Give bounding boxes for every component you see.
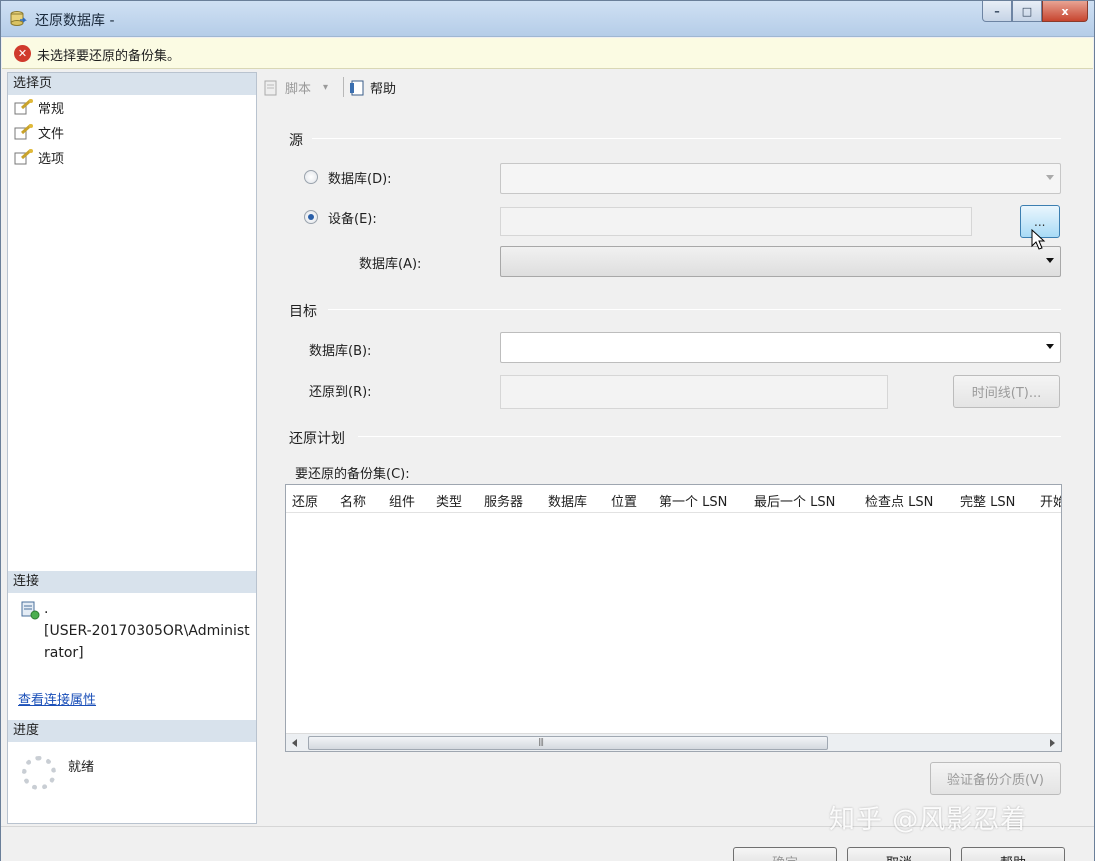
title-bar[interactable]: 还原数据库 - – □ x (1, 1, 1094, 37)
select-page-header: 选择页 (8, 73, 256, 95)
destination-database-label: 数据库(B): (309, 344, 372, 359)
device-radio[interactable] (304, 210, 318, 224)
restore-to-label: 还原到(R): (309, 385, 372, 400)
help-label: 帮助 (370, 82, 397, 97)
progress-header: 进度 (8, 720, 256, 742)
left-pane: 选择页 常规 文件 选项 连接 . [USER-20170305OR\Admin… (7, 72, 257, 824)
verify-button-label: 验证备份介质(V) (946, 773, 1045, 788)
chevron-down-icon (1046, 344, 1054, 349)
page-wrench-icon (14, 124, 33, 140)
device-database-dropdown[interactable] (500, 246, 1061, 277)
database-radio[interactable] (304, 170, 318, 184)
page-wrench-icon (14, 149, 33, 165)
window-controls: – □ x (982, 1, 1088, 23)
error-message: 未选择要还原的备份集。 (37, 49, 181, 64)
column-header-checkpoint-lsn[interactable]: 检查点 LSN (865, 491, 933, 510)
mouse-pointer-icon (1031, 229, 1046, 250)
restore-to-input[interactable] (500, 375, 888, 409)
connection-user: [USER-20170305OR\Administrator] (44, 623, 250, 661)
script-button[interactable]: 脚本 ▾ (263, 78, 328, 97)
main-pane: 脚本 ▾ 帮助 源 数据库(D): 设备(E): ... 数据库(A): 目标 (258, 72, 1088, 824)
column-header-first-lsn[interactable]: 第一个 LSN (659, 491, 727, 510)
column-header-full-lsn[interactable]: 完整 LSN (960, 491, 1015, 510)
source-database-dropdown[interactable] (500, 163, 1061, 194)
column-header-component[interactable]: 组件 (389, 491, 415, 510)
verify-backup-media-button[interactable]: 验证备份介质(V) (930, 762, 1061, 795)
restore-database-window: 还原数据库 - – □ x ✕ 未选择要还原的备份集。 选择页 常规 文件 选项… (0, 0, 1095, 861)
maximize-button[interactable]: □ (1012, 1, 1042, 22)
view-connection-properties-link[interactable]: 查看连接属性 (18, 689, 96, 708)
column-header-start[interactable]: 开始 (1040, 491, 1061, 510)
horizontal-scrollbar[interactable]: ||| (286, 733, 1061, 751)
column-header-type[interactable]: 类型 (436, 491, 462, 510)
maximize-icon: □ (1021, 4, 1033, 18)
device-radio-label: 设备(E): (328, 212, 377, 227)
column-header-last-lsn[interactable]: 最后一个 LSN (754, 491, 835, 510)
restore-plan-divider (358, 436, 1061, 437)
error-icon: ✕ (14, 45, 31, 62)
help-button[interactable]: 帮助 (961, 847, 1065, 861)
restore-plan-group-label: 还原计划 (289, 431, 345, 447)
database-restore-icon (10, 11, 27, 26)
source-database-label: 数据库(A): (359, 257, 422, 272)
backup-sets-grid[interactable]: 还原 名称 组件 类型 服务器 数据库 位置 第一个 LSN 最后一个 LSN … (285, 484, 1062, 752)
watermark: 知乎 @风影忍着 (829, 805, 1028, 835)
ok-button-label: 确定 (772, 856, 798, 861)
chevron-down-icon (1046, 175, 1054, 180)
help-button-label: 帮助 (1000, 856, 1026, 861)
cancel-button[interactable]: 取消 (847, 847, 951, 861)
scrollbar-grip-icon: ||| (538, 737, 544, 746)
timeline-button[interactable]: 时间线(T)... (953, 375, 1060, 408)
scroll-left-icon[interactable] (292, 739, 297, 747)
toolbar: 脚本 ▾ 帮助 (258, 72, 1088, 102)
scroll-right-icon[interactable] (1050, 739, 1055, 747)
page-item-label: 选项 (38, 151, 65, 167)
chevron-down-icon (1046, 258, 1054, 263)
destination-divider (328, 309, 1061, 310)
backup-sets-label: 要还原的备份集(C): (295, 467, 410, 482)
help-icon (350, 80, 364, 95)
column-header-name[interactable]: 名称 (340, 491, 366, 510)
ellipsis-icon: ... (1034, 215, 1046, 229)
connection-server: . (44, 601, 49, 617)
source-group-label: 源 (289, 133, 303, 149)
column-header-database[interactable]: 数据库 (548, 491, 587, 510)
source-divider (312, 138, 1061, 139)
script-label: 脚本 (285, 82, 312, 97)
help-toolbar-button[interactable]: 帮助 (349, 78, 396, 97)
device-path-input[interactable] (500, 207, 972, 236)
page-item-options[interactable]: 选项 (14, 147, 64, 167)
database-radio-label: 数据库(D): (328, 172, 392, 187)
page-item-label: 常规 (38, 101, 65, 117)
progress-spinner-icon (22, 756, 56, 790)
timeline-button-label: 时间线(T)... (971, 386, 1042, 401)
minimize-icon: – (994, 4, 1000, 18)
ok-button[interactable]: 确定 (733, 847, 837, 861)
page-wrench-icon (14, 99, 33, 115)
script-icon (264, 80, 277, 95)
column-header-server[interactable]: 服务器 (484, 491, 523, 510)
cancel-button-label: 取消 (886, 856, 912, 861)
column-header-restore[interactable]: 还原 (292, 491, 318, 510)
page-item-label: 文件 (38, 126, 65, 142)
page-item-files[interactable]: 文件 (14, 122, 64, 142)
scrollbar-thumb[interactable] (308, 736, 828, 750)
connection-header: 连接 (8, 571, 256, 593)
grid-header: 还原 名称 组件 类型 服务器 数据库 位置 第一个 LSN 最后一个 LSN … (286, 485, 1061, 513)
toolbar-separator (343, 77, 344, 97)
page-item-general[interactable]: 常规 (14, 97, 64, 117)
column-header-position[interactable]: 位置 (611, 491, 637, 510)
error-message-bar: ✕ 未选择要还原的备份集。 (2, 38, 1093, 69)
progress-status: 就绪 (68, 760, 95, 775)
window-title: 还原数据库 - (35, 13, 115, 29)
chevron-down-icon[interactable]: ▾ (323, 82, 328, 93)
close-icon: x (1061, 4, 1069, 18)
destination-group-label: 目标 (289, 304, 317, 320)
close-button[interactable]: x (1042, 1, 1088, 22)
server-connection-icon (21, 601, 40, 620)
minimize-button[interactable]: – (982, 1, 1012, 22)
connection-info: . [USER-20170305OR\Administrator] (44, 598, 254, 664)
destination-database-dropdown[interactable] (500, 332, 1061, 363)
